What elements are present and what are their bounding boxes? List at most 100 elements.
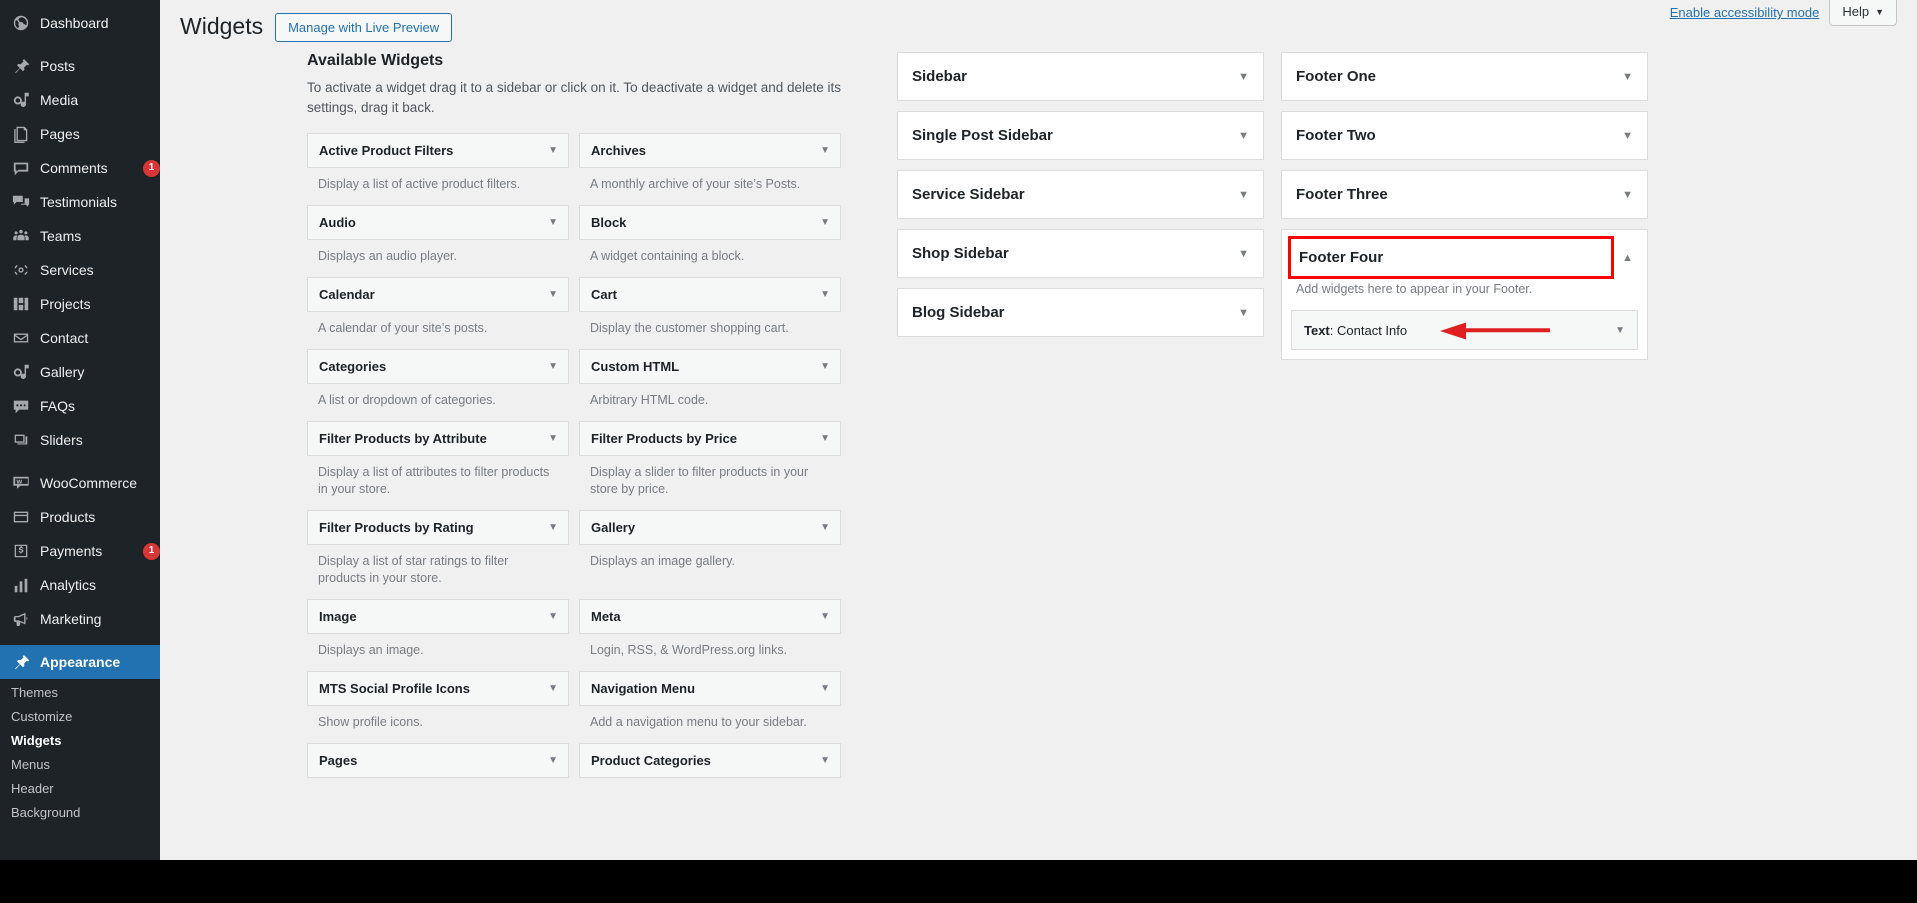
sidebar-item-gallery[interactable]: Gallery [0,355,160,389]
widget-area-footer-three[interactable]: Footer Three ▼ [1281,170,1648,219]
available-widget-header[interactable]: Pages ▼ [307,742,569,778]
chevron-down-icon[interactable]: ▼ [1615,325,1625,336]
available-widget-header[interactable]: Cart ▼ [579,276,841,312]
available-widget-header[interactable]: Gallery ▼ [579,509,841,545]
available-widget-header[interactable]: Filter Products by Rating ▼ [307,509,569,545]
chevron-down-icon[interactable]: ▼ [820,145,830,156]
submenu-item-themes[interactable]: Themes [0,681,160,705]
available-widget-header[interactable]: MTS Social Profile Icons ▼ [307,670,569,706]
widget-area-header[interactable]: Service Sidebar ▼ [898,171,1263,218]
widget-area-footer-four[interactable]: Footer Four ▲ Add widgets here to appear i… [1281,229,1648,360]
chevron-down-icon[interactable]: ▼ [548,611,558,622]
chevron-down-icon[interactable]: ▼ [820,433,830,444]
chevron-down-icon[interactable]: ▼ [1230,71,1249,83]
available-widget-header[interactable]: Image ▼ [307,598,569,634]
chevron-down-icon[interactable]: ▼ [820,755,830,766]
submenu-item-customize[interactable]: Customize [0,705,160,729]
available-widget-header[interactable]: Filter Products by Price ▼ [579,420,841,456]
widget-area-sidebar[interactable]: Sidebar ▼ [897,52,1264,101]
widget-area-header[interactable]: Blog Sidebar ▼ [898,289,1263,336]
chevron-down-icon[interactable]: ▼ [820,683,830,694]
sidebar-item-media[interactable]: Media [0,83,160,117]
sidebar-item-marketing[interactable]: Marketing [0,602,160,636]
widget-area-header[interactable]: Single Post Sidebar ▼ [898,112,1263,159]
woocommerce-icon [11,473,31,493]
available-widget-header[interactable]: Archives ▼ [579,132,841,168]
available-widget-description: A monthly archive of your site’s Posts. [590,176,801,191]
available-widget-header[interactable]: Product Categories ▼ [579,742,841,778]
chevron-down-icon[interactable]: ▼ [1614,130,1633,142]
available-widget-header[interactable]: Categories ▼ [307,348,569,384]
widget-area-shop-sidebar[interactable]: Shop Sidebar ▼ [897,229,1264,278]
sidebar-item-comments[interactable]: Comments 1 [0,151,160,185]
chevron-down-icon[interactable]: ▼ [820,217,830,228]
widget-area-header[interactable]: Shop Sidebar ▼ [898,230,1263,277]
widget-area-footer-two[interactable]: Footer Two ▼ [1281,111,1648,160]
chevron-down-icon[interactable]: ▼ [548,522,558,533]
available-widget-header[interactable]: Calendar ▼ [307,276,569,312]
sidebar-item-projects[interactable]: Projects [0,287,160,321]
chevron-down-icon[interactable]: ▼ [548,433,558,444]
widget-area-service-sidebar[interactable]: Service Sidebar ▼ [897,170,1264,219]
available-widget-header[interactable]: Active Product Filters ▼ [307,132,569,168]
chevron-down-icon[interactable]: ▼ [548,755,558,766]
chevron-down-icon[interactable]: ▼ [820,289,830,300]
chevron-down-icon[interactable]: ▼ [820,361,830,372]
available-widget-header[interactable]: Block ▼ [579,204,841,240]
sidebar-item-payments[interactable]: Payments 1 [0,534,160,568]
available-widget: Custom HTML ▼ Arbitrary HTML code. [579,348,841,418]
chevron-down-icon[interactable]: ▼ [1230,307,1249,319]
chevron-down-icon[interactable]: ▼ [548,361,558,372]
available-widget: Block ▼ A widget containing a block. [579,204,841,274]
envelope-icon [11,328,31,348]
sidebar-item-testimonials[interactable]: Testimonials [0,185,160,219]
chevron-down-icon[interactable]: ▼ [1614,71,1633,83]
chevron-down-icon[interactable]: ▼ [1614,189,1633,201]
widget-area-blog-sidebar[interactable]: Blog Sidebar ▼ [897,288,1264,337]
enable-accessibility-mode-link[interactable]: Enable accessibility mode [1670,0,1830,23]
widget-area-header[interactable]: Sidebar ▼ [898,53,1263,100]
sidebar-item-products[interactable]: Products [0,500,160,534]
help-toggle-button[interactable]: Help ▼ [1829,0,1897,26]
chevron-down-icon[interactable]: ▼ [820,611,830,622]
available-widget-title: Categories [319,358,387,374]
sidebar-item-teams[interactable]: Teams [0,219,160,253]
widget-area-header[interactable]: Footer Three ▼ [1282,171,1647,218]
available-widget-header[interactable]: Navigation Menu ▼ [579,670,841,706]
chevron-down-icon[interactable]: ▼ [1230,248,1249,260]
sidebar-item-dashboard[interactable]: Dashboard [0,6,160,40]
widget-area-header[interactable]: Footer One ▼ [1282,53,1647,100]
widget-area-single-post-sidebar[interactable]: Single Post Sidebar ▼ [897,111,1264,160]
sidebar-item-woocommerce[interactable]: WooCommerce [0,466,160,500]
available-widget-header[interactable]: Meta ▼ [579,598,841,634]
widget-area-header[interactable]: Footer Four ▲ [1282,230,1647,285]
sidebar-item-appearance[interactable]: Appearance [0,645,160,679]
widget-area-header[interactable]: Footer Two ▼ [1282,112,1647,159]
submenu-item-menus[interactable]: Menus [0,753,160,777]
placed-widget-text-contact-info[interactable]: Text: Contact Info ▼ [1291,310,1638,350]
manage-with-live-preview-button[interactable]: Manage with Live Preview [275,12,453,42]
sidebar-item-sliders[interactable]: Sliders [0,423,160,457]
sidebar-item-contact[interactable]: Contact [0,321,160,355]
sidebar-item-posts[interactable]: Posts [0,49,160,83]
chevron-down-icon[interactable]: ▼ [548,683,558,694]
available-widget-header[interactable]: Custom HTML ▼ [579,348,841,384]
chevron-down-icon[interactable]: ▼ [548,289,558,300]
submenu-item-header[interactable]: Header [0,777,160,801]
available-widget-header[interactable]: Filter Products by Attribute ▼ [307,420,569,456]
sidebar-item-faqs[interactable]: FAQs [0,389,160,423]
dashboard-icon [11,13,31,33]
chevron-up-icon[interactable]: ▲ [1614,252,1633,264]
available-widget-header[interactable]: Audio ▼ [307,204,569,240]
chevron-down-icon[interactable]: ▼ [548,217,558,228]
chevron-down-icon[interactable]: ▼ [820,522,830,533]
sidebar-item-pages[interactable]: Pages [0,117,160,151]
sidebar-item-services[interactable]: Services [0,253,160,287]
chevron-down-icon[interactable]: ▼ [548,145,558,156]
widget-area-footer-one[interactable]: Footer One ▼ [1281,52,1648,101]
submenu-item-widgets[interactable]: Widgets [0,729,160,753]
chevron-down-icon[interactable]: ▼ [1230,189,1249,201]
submenu-item-background[interactable]: Background [0,801,160,825]
chevron-down-icon[interactable]: ▼ [1230,130,1249,142]
sidebar-item-analytics[interactable]: Analytics [0,568,160,602]
